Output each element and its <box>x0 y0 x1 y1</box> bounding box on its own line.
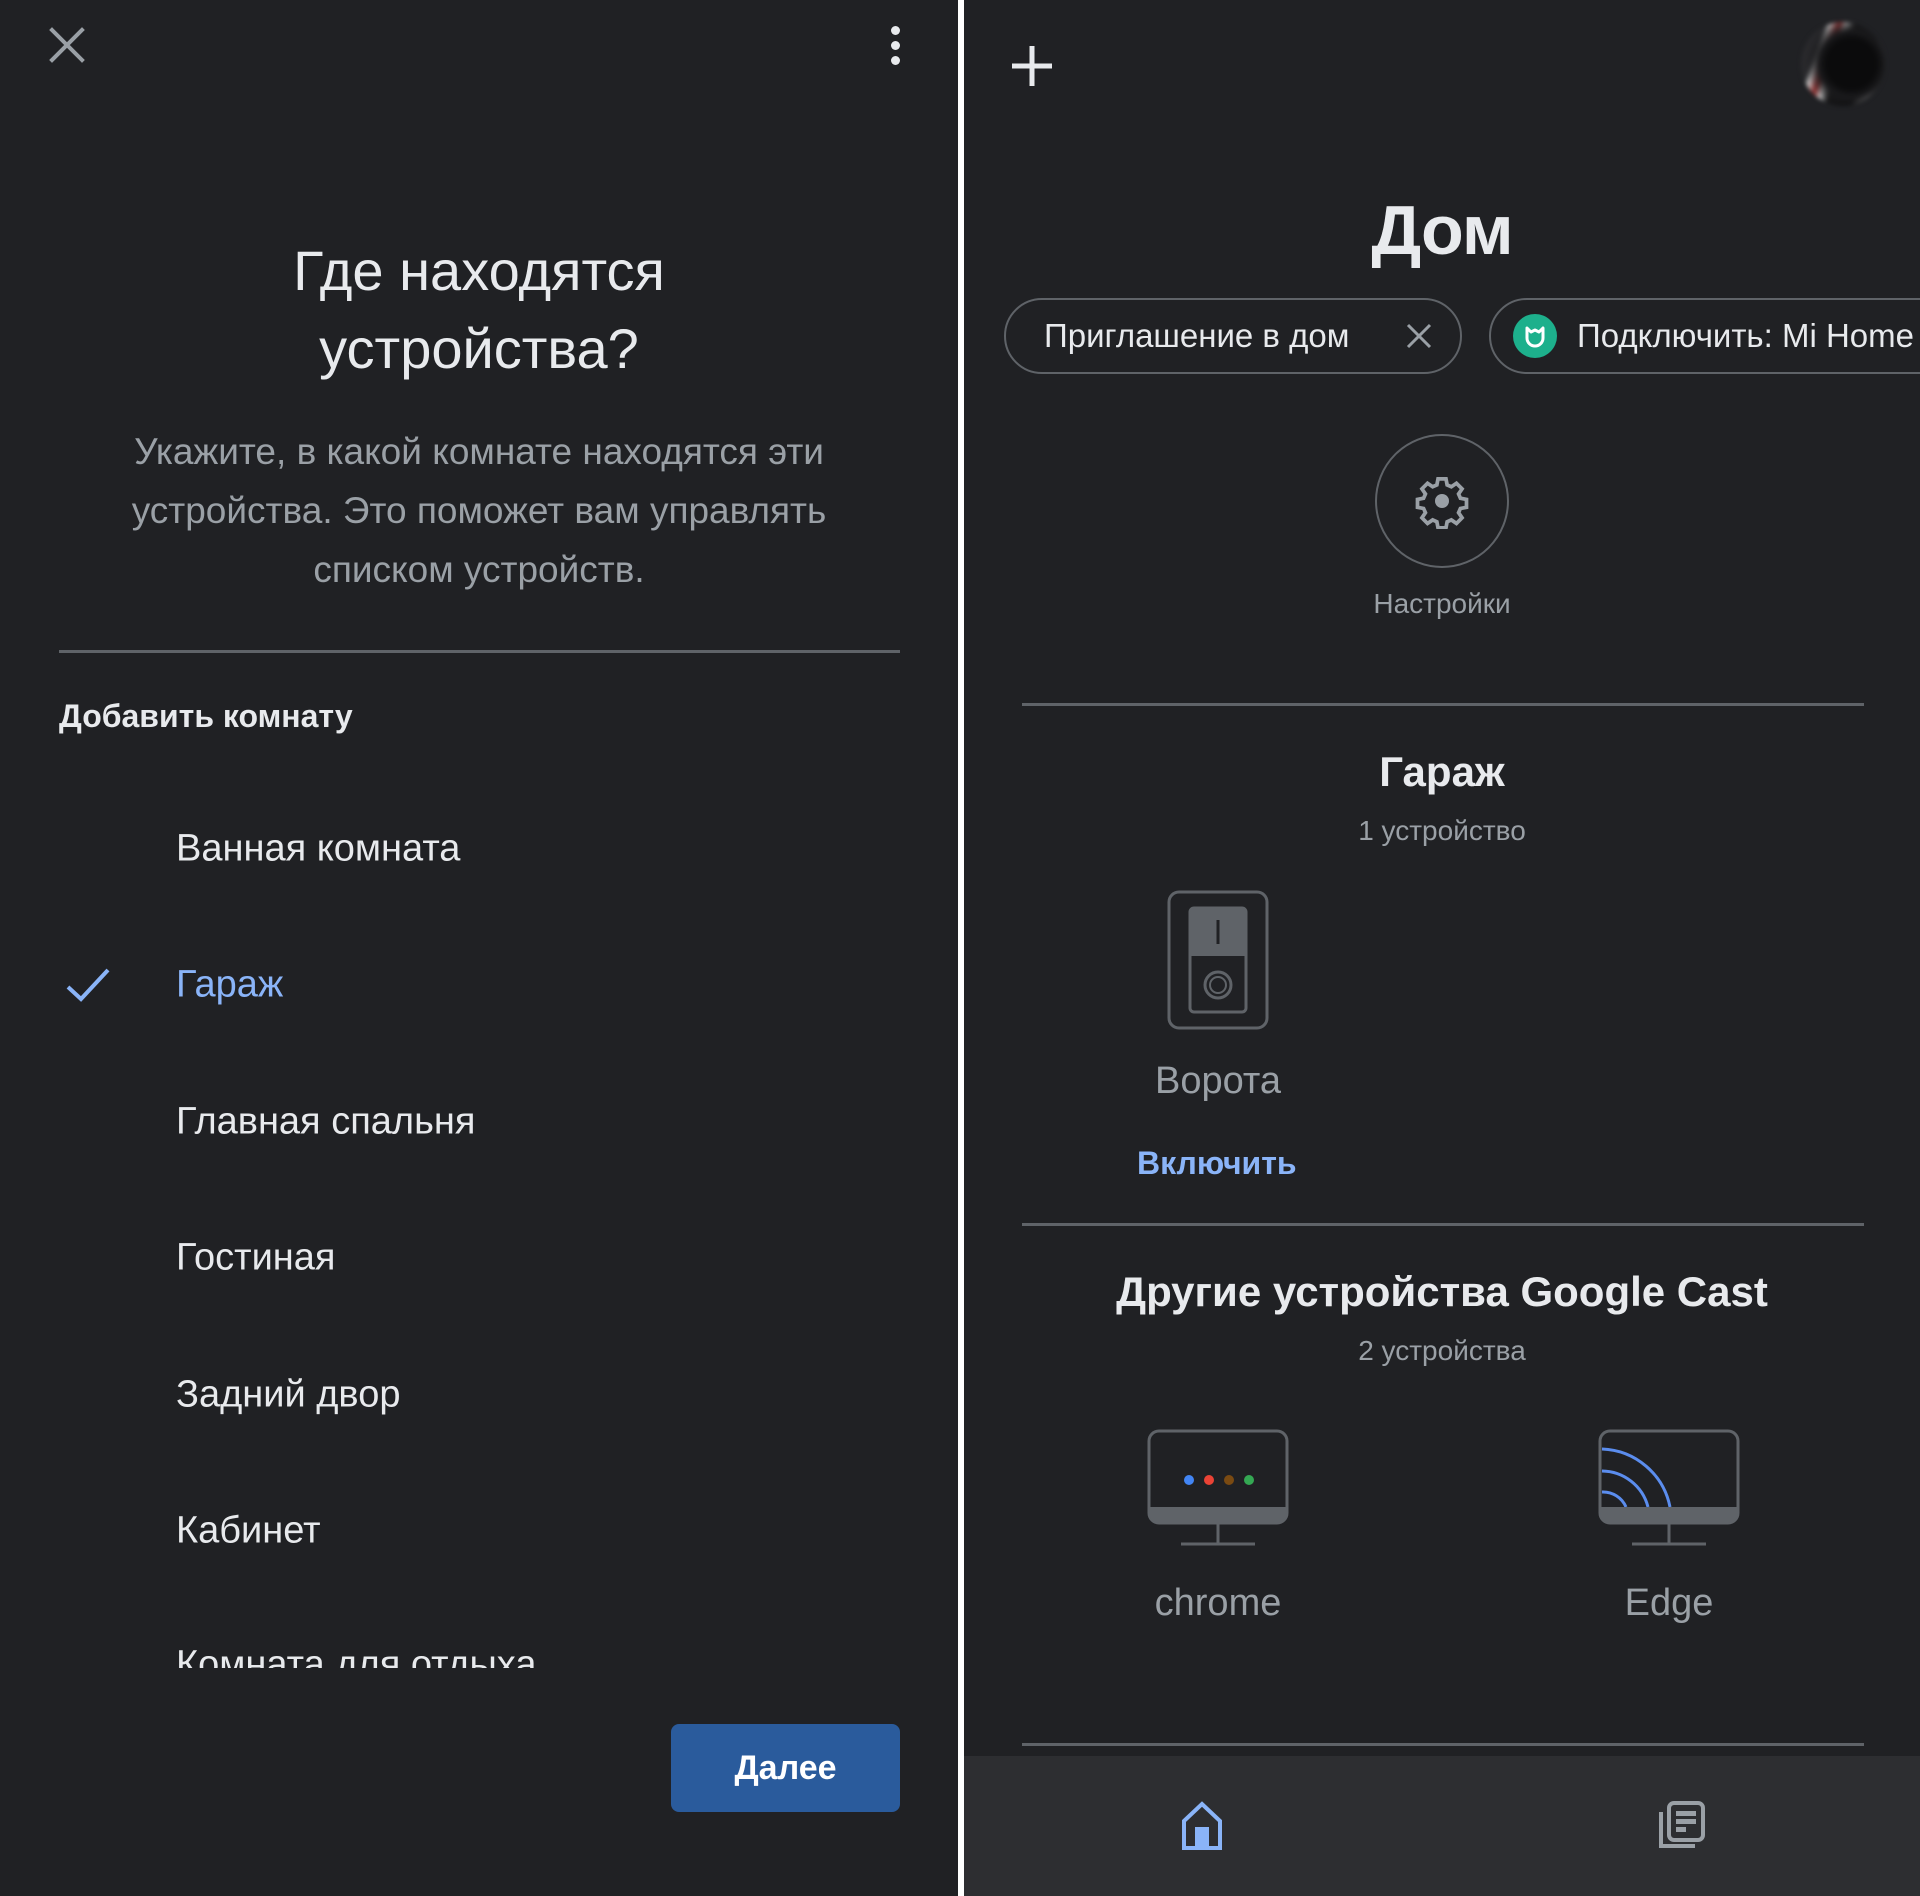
home-title: Дом <box>1371 191 1513 269</box>
more-vert-dot <box>890 55 900 65</box>
room-option[interactable]: Комната для отдыха <box>0 1610 958 1669</box>
room-option-label: Главная спальня <box>176 1100 476 1143</box>
device-tile[interactable] <box>1167 890 1269 1030</box>
close-button[interactable] <box>44 22 90 68</box>
turn-on-button[interactable]: Включить <box>1137 1145 1297 1182</box>
add-button[interactable] <box>1004 38 1060 94</box>
room-option[interactable]: Главная спальня <box>0 1067 958 1177</box>
google-dot <box>1204 1475 1214 1485</box>
divider <box>1022 703 1864 706</box>
connect-chip-label: Подключить: Mi Home <box>1577 317 1914 354</box>
room-picker-screen: Где находятся устройства? Укажите, в как… <box>0 0 958 1896</box>
room-option[interactable]: Задний двор <box>0 1340 958 1450</box>
device-name: Edge <box>1624 1582 1714 1624</box>
divider <box>1022 1223 1864 1226</box>
page-title: Где находятся устройства? <box>293 239 665 380</box>
room-option[interactable]: Гараж <box>0 930 958 1040</box>
mi-home-logo-icon <box>1513 314 1557 358</box>
room-title: Гараж <box>1379 748 1505 795</box>
google-dot <box>1184 1475 1194 1485</box>
room-option[interactable]: Ванная комната <box>0 794 958 904</box>
account-avatar[interactable] <box>1801 22 1885 106</box>
device-name: Ворота <box>1154 1060 1282 1102</box>
invite-chip[interactable]: Приглашение в дом <box>1004 298 1462 374</box>
section-title: Другие устройства Google Cast <box>1116 1268 1768 1315</box>
invite-chip-label: Приглашение в дом <box>1044 317 1350 354</box>
close-icon[interactable] <box>1404 321 1434 351</box>
settings-button[interactable] <box>1375 434 1509 568</box>
display-google-dots-icon <box>1147 1429 1289 1546</box>
plus-icon <box>1012 46 1052 86</box>
switch-icon <box>1167 890 1269 1030</box>
more-vert-icon <box>890 25 900 35</box>
room-device-count: 1 устройство <box>1358 815 1526 846</box>
page-description: Укажите, в какой комнате находятся эти у… <box>131 431 827 590</box>
bottom-navigation <box>964 1756 1920 1896</box>
nav-feed-tab[interactable] <box>1641 1786 1721 1866</box>
more-options-button[interactable] <box>874 18 916 72</box>
settings-label: Настройки <box>1373 588 1511 619</box>
divider <box>1022 1743 1864 1746</box>
divider <box>59 650 900 653</box>
google-dot <box>1244 1475 1254 1485</box>
home-screen: Дом Приглашение в дом Подключить: Mi Hom… <box>964 0 1920 1896</box>
close-icon <box>49 27 85 63</box>
more-vert-dot <box>890 40 900 50</box>
room-option-label: Гостиная <box>176 1236 336 1279</box>
section-device-count: 2 устройства <box>1358 1335 1526 1366</box>
feed-icon <box>1659 1801 1705 1848</box>
nav-home-tab[interactable] <box>1162 1786 1242 1866</box>
google-dot <box>1224 1475 1234 1485</box>
add-room-link[interactable]: Добавить комнату <box>59 698 353 735</box>
room-option-label: Кабинет <box>176 1509 321 1552</box>
room-option-label: Гараж <box>176 963 284 1006</box>
next-button[interactable]: Далее <box>671 1724 900 1812</box>
room-option[interactable]: Гостиная <box>0 1203 958 1313</box>
room-list[interactable]: Ванная комната Гараж Главная спальня Гостин… <box>0 790 958 1668</box>
room-option-label: Ванная комната <box>176 827 461 870</box>
home-icon <box>1182 1801 1222 1850</box>
device-name: chrome <box>1154 1582 1282 1624</box>
room-option-label: Задний двор <box>176 1373 401 1416</box>
display-cast-icon <box>1598 1429 1740 1546</box>
device-tile[interactable] <box>1147 1429 1289 1547</box>
room-option-label: Комната для отдыха <box>176 1643 537 1669</box>
check-icon <box>66 968 110 1002</box>
room-option[interactable]: Кабинет <box>0 1476 958 1586</box>
gear-icon <box>1415 476 1469 529</box>
device-tile[interactable] <box>1598 1429 1740 1547</box>
connect-mi-home-chip[interactable]: Подключить: Mi Home <box>1489 298 1920 374</box>
